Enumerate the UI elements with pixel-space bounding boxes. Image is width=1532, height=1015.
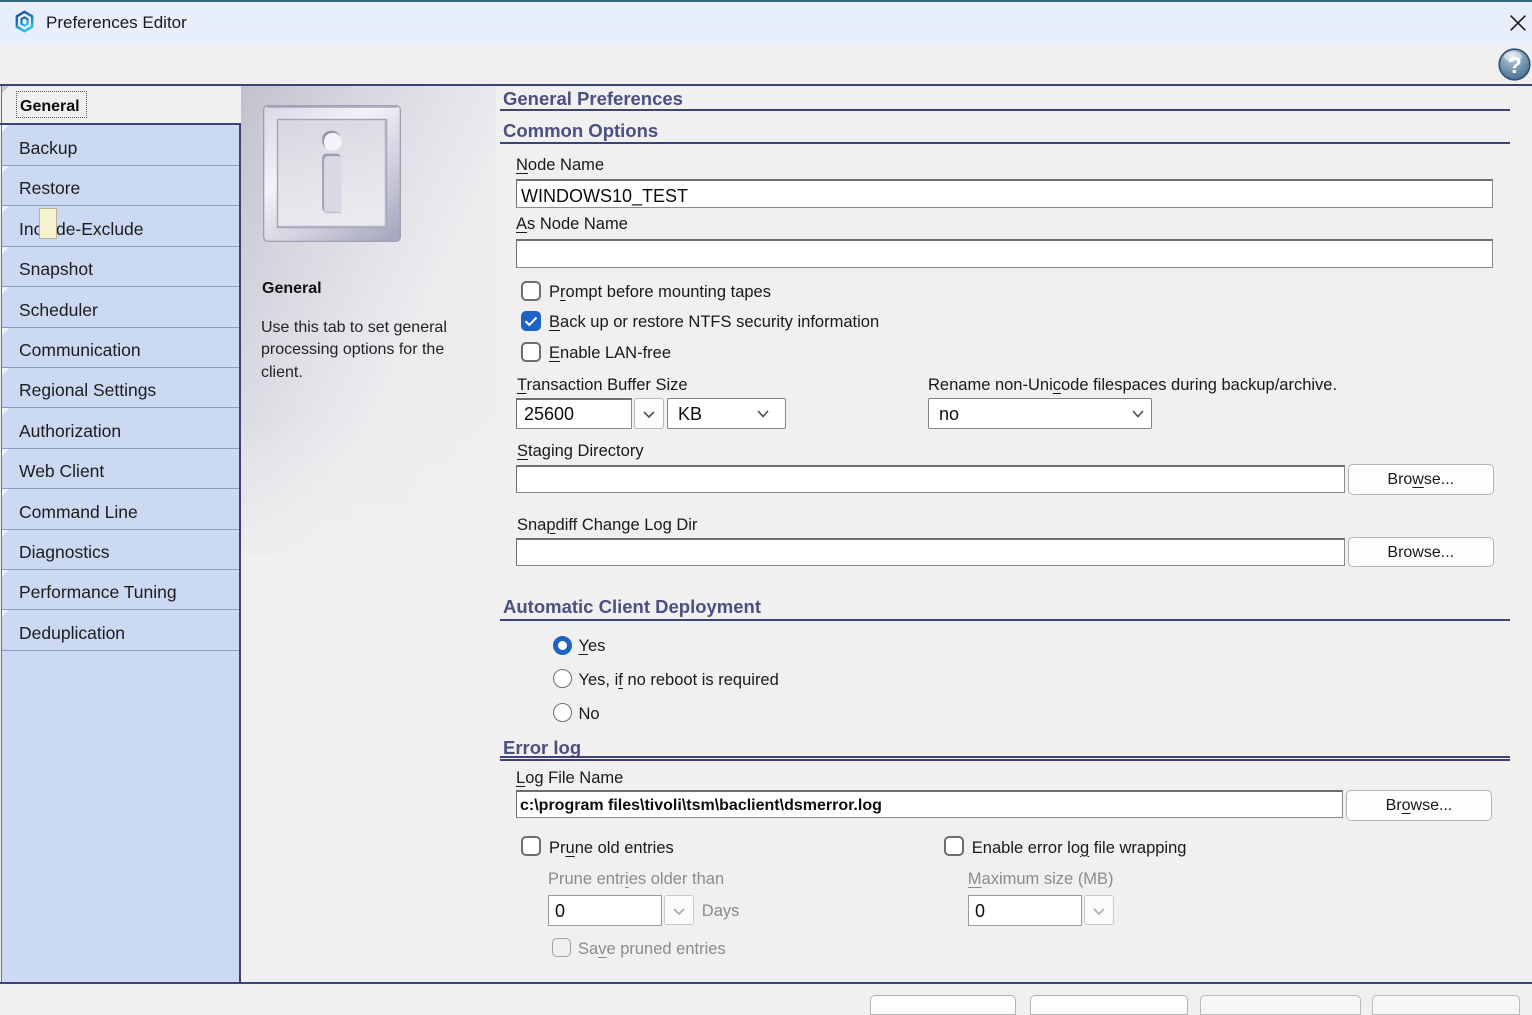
svg-text:?: ?: [1508, 52, 1522, 78]
